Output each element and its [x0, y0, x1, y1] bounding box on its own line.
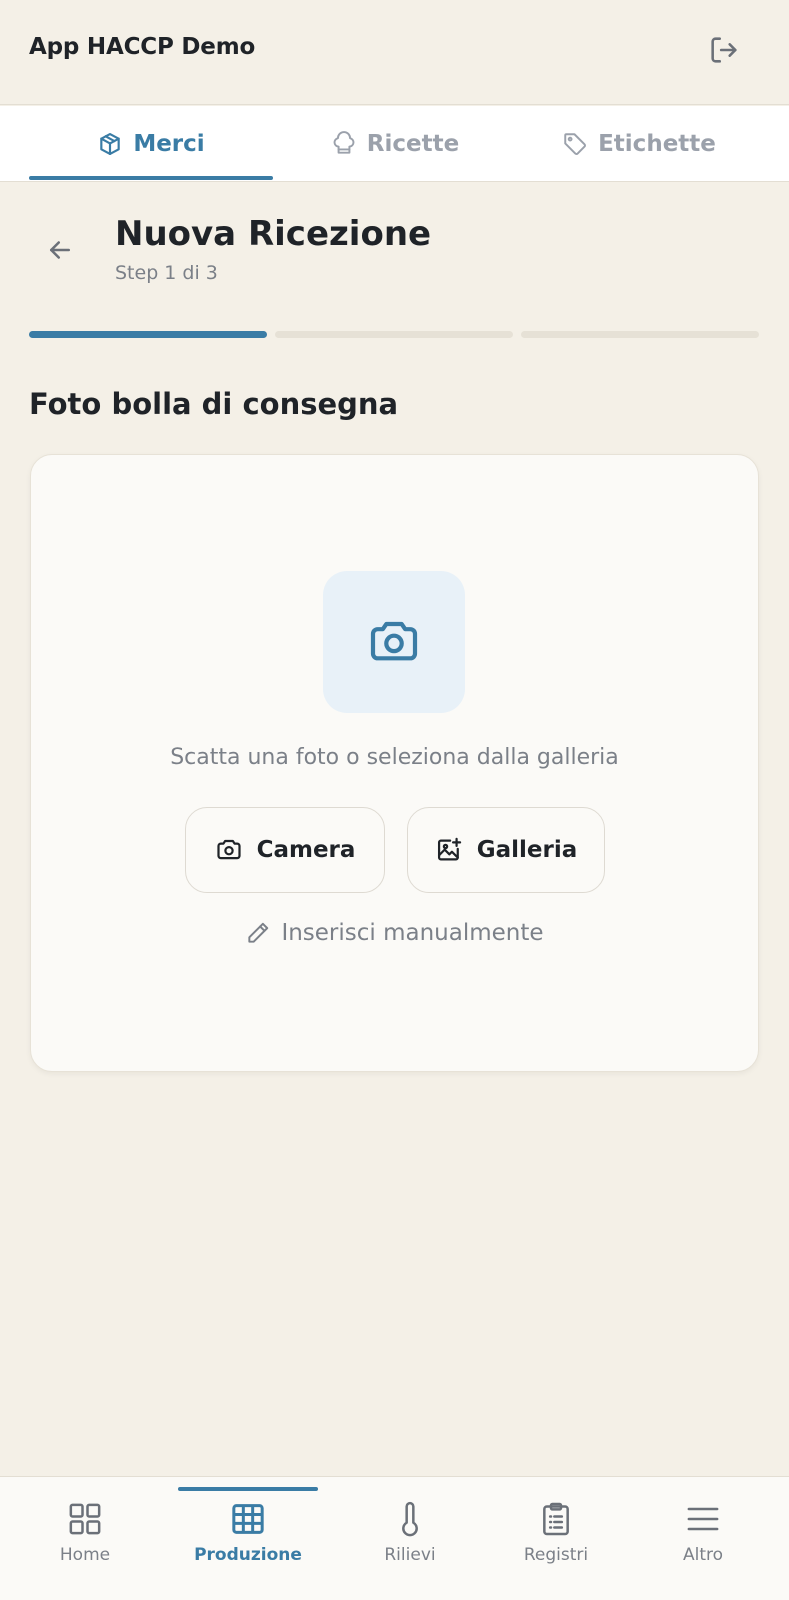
tab-etichette[interactable]: Etichette	[517, 106, 761, 182]
section-tabs: Merci Ricette Etichette	[0, 106, 789, 182]
camera-icon	[215, 836, 243, 864]
back-button[interactable]	[42, 232, 78, 268]
nav-item-produzione[interactable]: Produzione	[169, 1499, 327, 1589]
nav-label-home: Home	[59, 1545, 111, 1565]
step-progress	[29, 331, 760, 338]
nav-item-altro[interactable]: Altro	[624, 1499, 782, 1589]
grid-icon	[65, 1499, 105, 1539]
tab-merci-label: Merci	[133, 131, 205, 157]
tab-ricette[interactable]: Ricette	[273, 106, 517, 182]
camera-button[interactable]: Camera	[185, 807, 385, 893]
arrow-left-icon	[50, 241, 70, 259]
nav-label-altro: Altro	[682, 1545, 724, 1565]
nav-item-rilievi[interactable]: Rilievi	[331, 1499, 489, 1589]
camera-button-label: Camera	[256, 837, 356, 863]
thermometer-icon	[390, 1499, 430, 1539]
logout-icon	[711, 37, 737, 63]
table-icon	[228, 1499, 268, 1539]
nav-item-registri[interactable]: Registri	[477, 1499, 635, 1589]
active-tab-indicator	[29, 176, 273, 180]
tab-merci[interactable]: Merci	[29, 106, 273, 182]
nav-label-registri: Registri	[523, 1545, 589, 1565]
upload-hint: Scatta una foto o seleziona dalla galler…	[170, 745, 619, 770]
section-title: Foto bolla di consegna	[29, 387, 399, 421]
tag-icon	[562, 131, 588, 157]
step-3-bar	[521, 331, 759, 338]
app-root: App HACCP Demo Merci Ricette Etichette N…	[0, 0, 789, 1600]
photo-upload-card: Scatta una foto o seleziona dalla galler…	[30, 454, 759, 1072]
step-counter: Step 1 di 3	[115, 262, 218, 284]
page-title: Nuova Ricezione	[115, 214, 432, 254]
camera-icon	[370, 621, 418, 661]
top-app-bar: App HACCP Demo	[0, 0, 789, 105]
tab-etichette-label: Etichette	[598, 131, 716, 157]
manual-entry-link[interactable]: Inserisci manualmente	[31, 920, 758, 946]
logout-button[interactable]	[706, 32, 742, 68]
menu-icon	[683, 1499, 723, 1539]
step-1-bar	[29, 331, 267, 338]
camera-placeholder	[323, 571, 465, 713]
app-title: App HACCP Demo	[29, 34, 256, 60]
chef-hat-icon	[331, 131, 357, 157]
manual-entry-label: Inserisci manualmente	[281, 920, 544, 946]
gallery-button-label: Galleria	[476, 837, 578, 863]
pencil-icon	[245, 920, 271, 946]
box-icon	[97, 131, 123, 157]
image-plus-icon	[435, 836, 463, 864]
nav-label-produzione: Produzione	[194, 1545, 302, 1565]
clipboard-icon	[536, 1499, 576, 1539]
nav-item-home[interactable]: Home	[6, 1499, 164, 1589]
step-2-bar	[275, 331, 513, 338]
bottom-navigation: Home Produzione Rilievi Registri Altro	[0, 1476, 789, 1600]
active-nav-indicator	[178, 1487, 318, 1491]
tab-ricette-label: Ricette	[366, 131, 460, 157]
nav-label-rilievi: Rilievi	[384, 1545, 436, 1565]
gallery-button[interactable]: Galleria	[407, 807, 605, 893]
